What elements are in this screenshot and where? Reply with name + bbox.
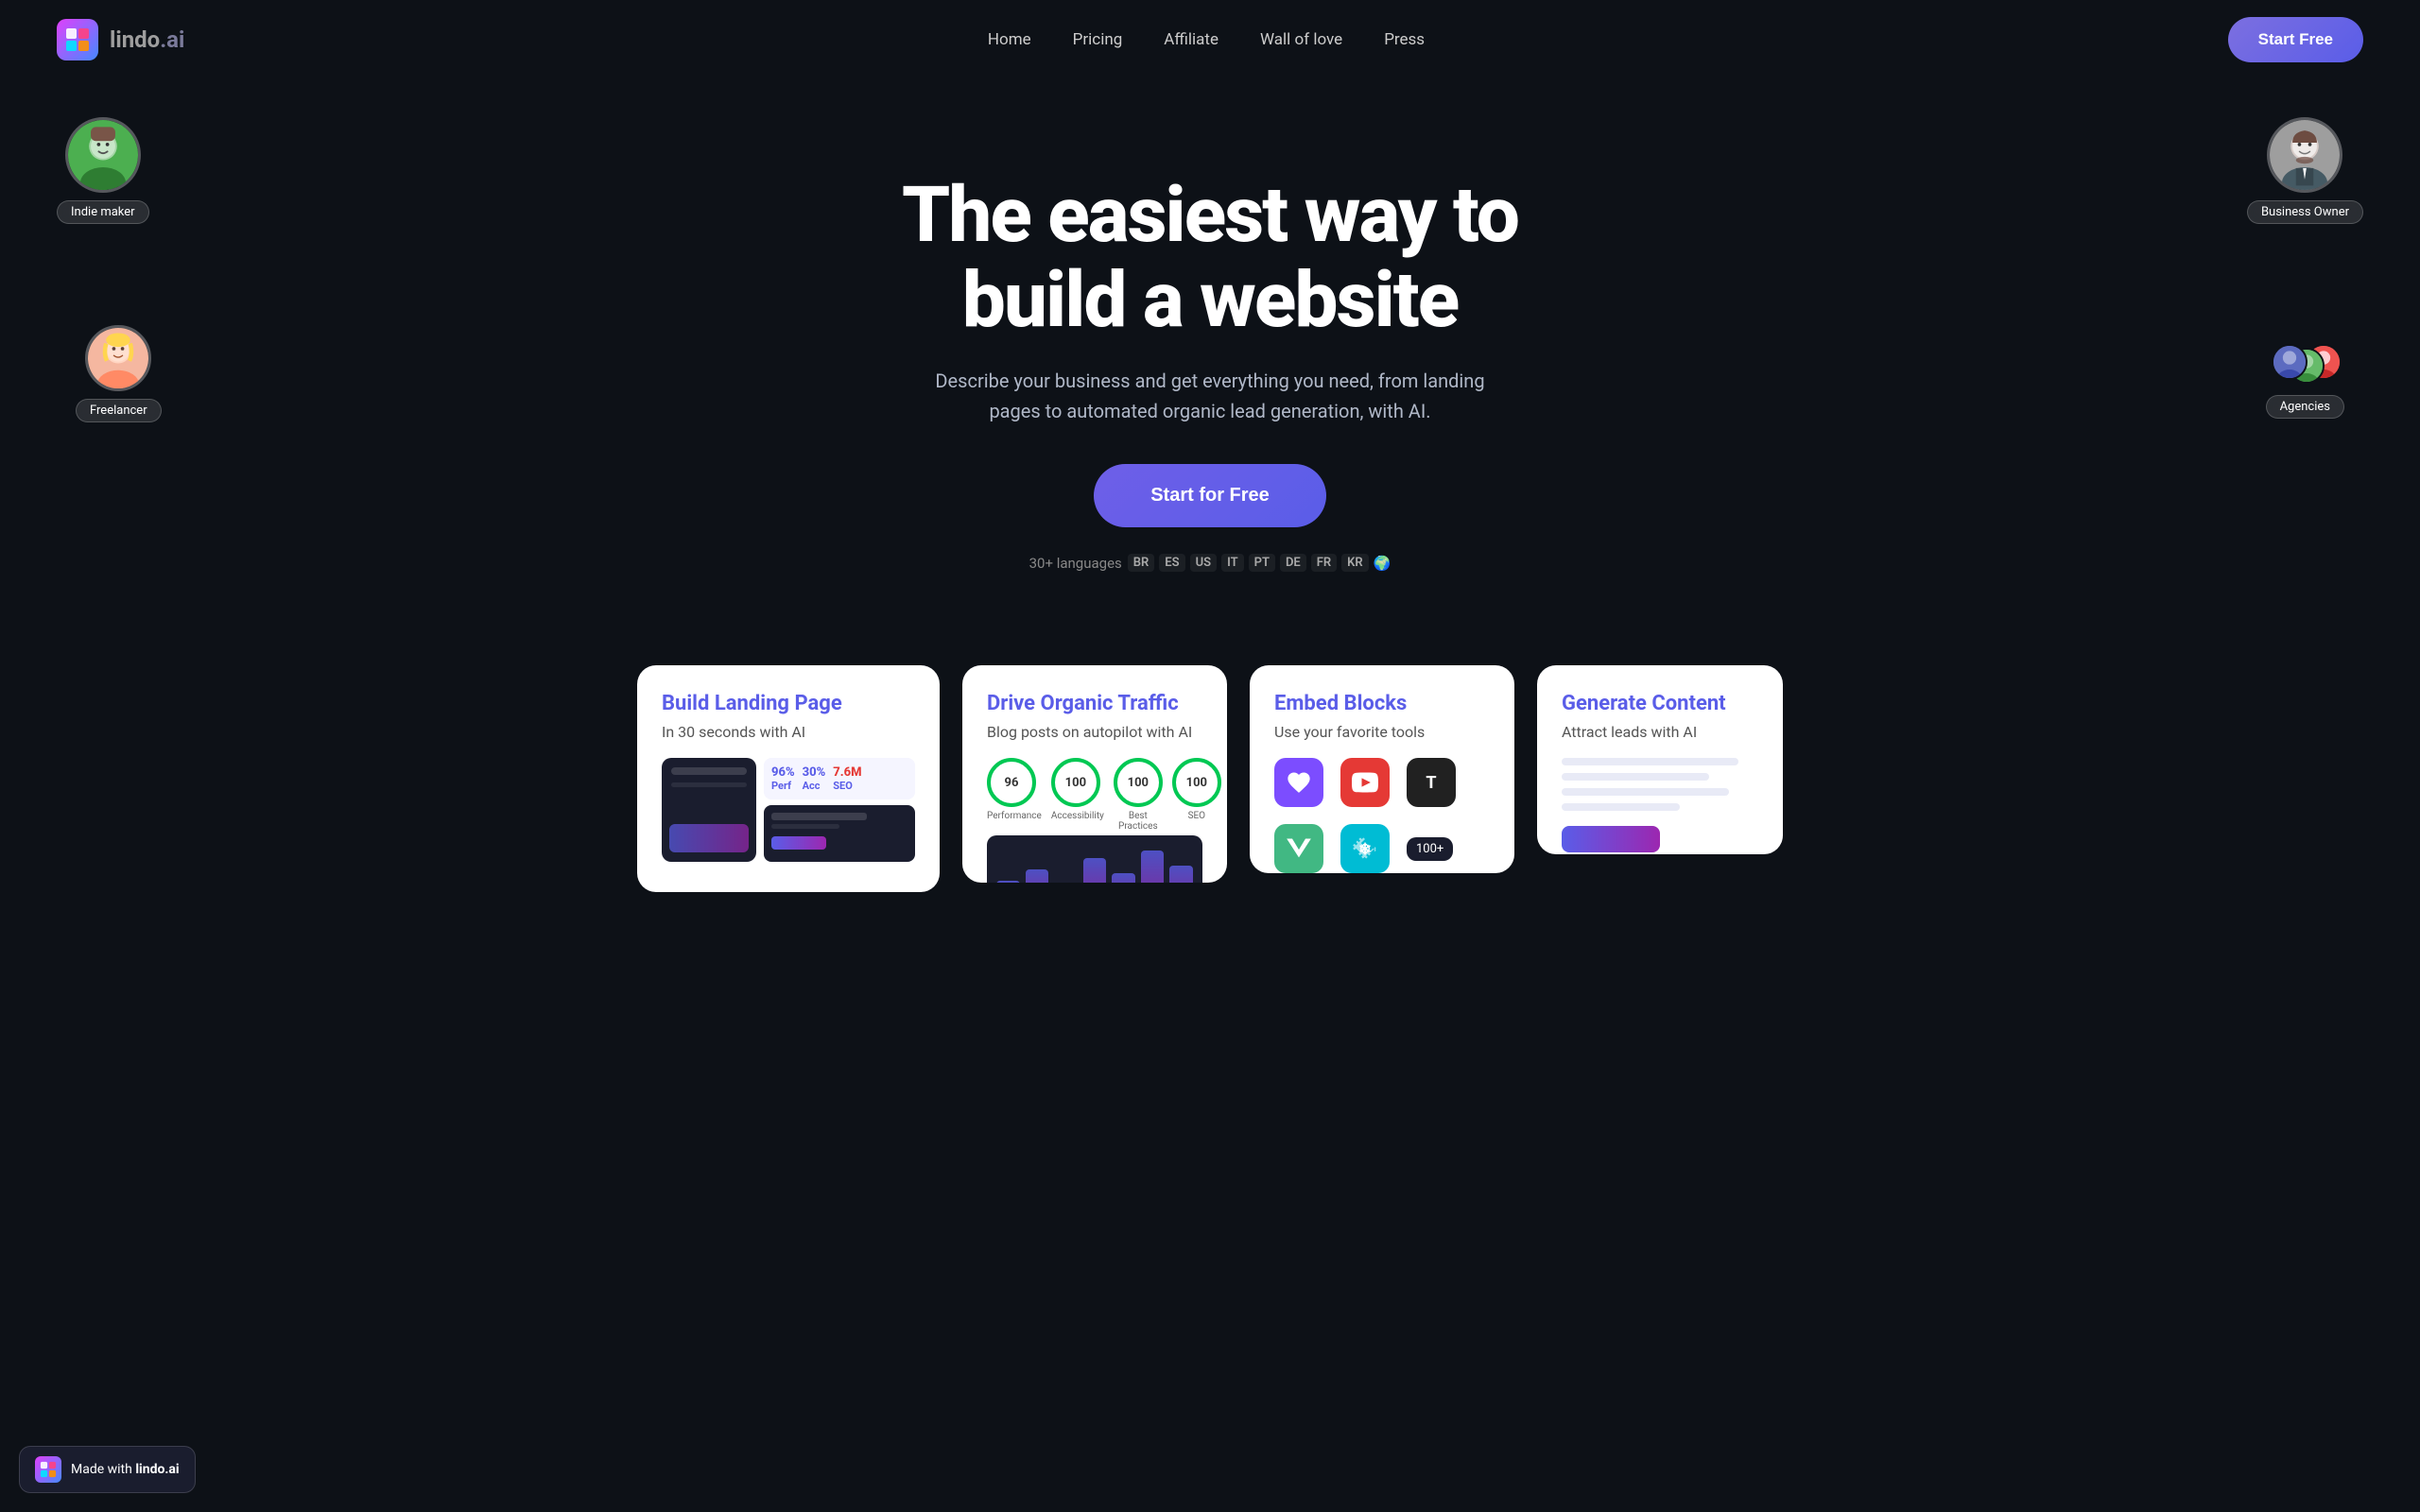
card-traffic-sub: Blog posts on autopilot with AI	[987, 723, 1202, 741]
indie-maker-label: Indie maker	[57, 200, 149, 224]
card-generate-content: Generate Content Attract leads with AI	[1537, 665, 1783, 854]
embed-icons-row: T ❄ 100+	[1274, 758, 1490, 873]
freelancer-avatar-group: Freelancer	[76, 325, 162, 422]
card-landing-page: Build Landing Page In 30 seconds with AI…	[637, 665, 940, 892]
embed-badge-count: 100+	[1407, 837, 1453, 861]
lang-us: US	[1190, 554, 1217, 572]
lang-it: IT	[1221, 554, 1244, 572]
agencies-avatars	[2272, 344, 2338, 387]
lang-es: ES	[1159, 554, 1184, 572]
hero-subtext: Describe your business and get everythin…	[908, 366, 1512, 426]
agencies-avatar-group: Agencies	[2266, 344, 2344, 419]
card-landing-mockup: 96%Perf 30%Acc 7.6MSEO	[662, 758, 915, 862]
nav-links: Home Pricing Affiliate Wall of love Pres…	[988, 30, 1425, 49]
seo-best-practices: 100	[1114, 758, 1163, 807]
lang-pt: PT	[1249, 554, 1275, 572]
card-embed-blocks: Embed Blocks Use your favorite tools T ❄…	[1250, 665, 1514, 873]
lang-de: DE	[1280, 554, 1306, 572]
hero-cta-button[interactable]: Start for Free	[1094, 464, 1326, 527]
bar-2	[1026, 869, 1049, 883]
nav-wall-of-love[interactable]: Wall of love	[1260, 30, 1342, 49]
mock-stats: 96%Perf 30%Acc 7.6MSEO	[764, 758, 915, 862]
card-traffic-title: Drive Organic Traffic	[987, 692, 1202, 715]
lang-fr: FR	[1311, 554, 1337, 572]
hero-section: Indie maker Freelancer	[0, 79, 2420, 646]
mock-mobile-preview	[764, 805, 915, 862]
nav-home[interactable]: Home	[988, 30, 1031, 49]
logo-icon	[57, 19, 98, 60]
card-landing-sub: In 30 seconds with AI	[662, 723, 915, 741]
card-generate-title: Generate Content	[1562, 692, 1758, 715]
embed-icon-typeform: T	[1407, 758, 1456, 807]
embed-icon-heart	[1274, 758, 1323, 807]
card-generate-sub: Attract leads with AI	[1562, 723, 1758, 741]
card-embed-sub: Use your favorite tools	[1274, 723, 1490, 741]
bar-1	[996, 881, 1020, 883]
embed-icon-youtube	[1340, 758, 1390, 807]
nav-affiliate[interactable]: Affiliate	[1164, 30, 1219, 49]
made-with-badge: Made with lindo.ai	[19, 1446, 196, 1493]
bar-7	[1169, 866, 1193, 883]
business-owner-avatar	[2267, 117, 2342, 193]
bar-6	[1141, 850, 1165, 883]
indie-maker-avatar	[65, 117, 141, 193]
mock-dark-ui	[662, 758, 756, 862]
logo-link[interactable]: lindo.ai	[57, 19, 184, 60]
seo-accessibility: 100	[1051, 758, 1100, 807]
freelancer-avatar	[85, 325, 151, 391]
seo-score: 100	[1172, 758, 1221, 807]
seo-performance: 96	[987, 758, 1036, 807]
card-embed-title: Embed Blocks	[1274, 692, 1490, 715]
hero-languages: 30+ languages BR ES US IT PT DE FR KR 🌍	[1029, 554, 1392, 572]
made-badge-icon	[35, 1456, 61, 1483]
embed-icon-asterisk: ❄	[1340, 824, 1390, 873]
traffic-chart	[987, 835, 1202, 883]
lang-br: BR	[1128, 554, 1155, 572]
nav-pricing[interactable]: Pricing	[1073, 30, 1123, 49]
feature-cards-section: Build Landing Page In 30 seconds with AI…	[0, 646, 2420, 949]
bar-5	[1112, 873, 1135, 883]
card-landing-title: Build Landing Page	[662, 692, 915, 715]
card-traffic: Drive Organic Traffic Blog posts on auto…	[962, 665, 1227, 883]
nav-press[interactable]: Press	[1384, 30, 1425, 49]
seo-scores-row: 96 Performance 100 Accessibility 100 Bes…	[987, 758, 1202, 832]
embed-icon-v	[1274, 824, 1323, 873]
svg-text:❄: ❄	[1358, 840, 1372, 858]
business-owner-avatar-group: Business Owner	[2247, 117, 2363, 224]
indie-maker-avatar-group: Indie maker	[57, 117, 149, 224]
freelancer-label: Freelancer	[76, 399, 162, 422]
hero-headline: The easiest way to build a website	[902, 173, 1518, 343]
bar-4	[1083, 858, 1107, 883]
mock-stats-top: 96%Perf 30%Acc 7.6MSEO	[764, 758, 915, 799]
nav-cta-button[interactable]: Start Free	[2228, 17, 2363, 62]
lang-kr: KR	[1341, 554, 1369, 572]
made-badge-text: Made with lindo.ai	[71, 1462, 180, 1477]
lang-tags-list: BR ES US IT PT DE FR KR 🌍	[1128, 554, 1392, 572]
business-owner-label: Business Owner	[2247, 200, 2363, 224]
logo-text: lindo.ai	[110, 26, 184, 53]
navbar: lindo.ai Home Pricing Affiliate Wall of …	[0, 0, 2420, 79]
agencies-label: Agencies	[2266, 395, 2344, 419]
globe-icon: 🌍	[1374, 555, 1392, 572]
